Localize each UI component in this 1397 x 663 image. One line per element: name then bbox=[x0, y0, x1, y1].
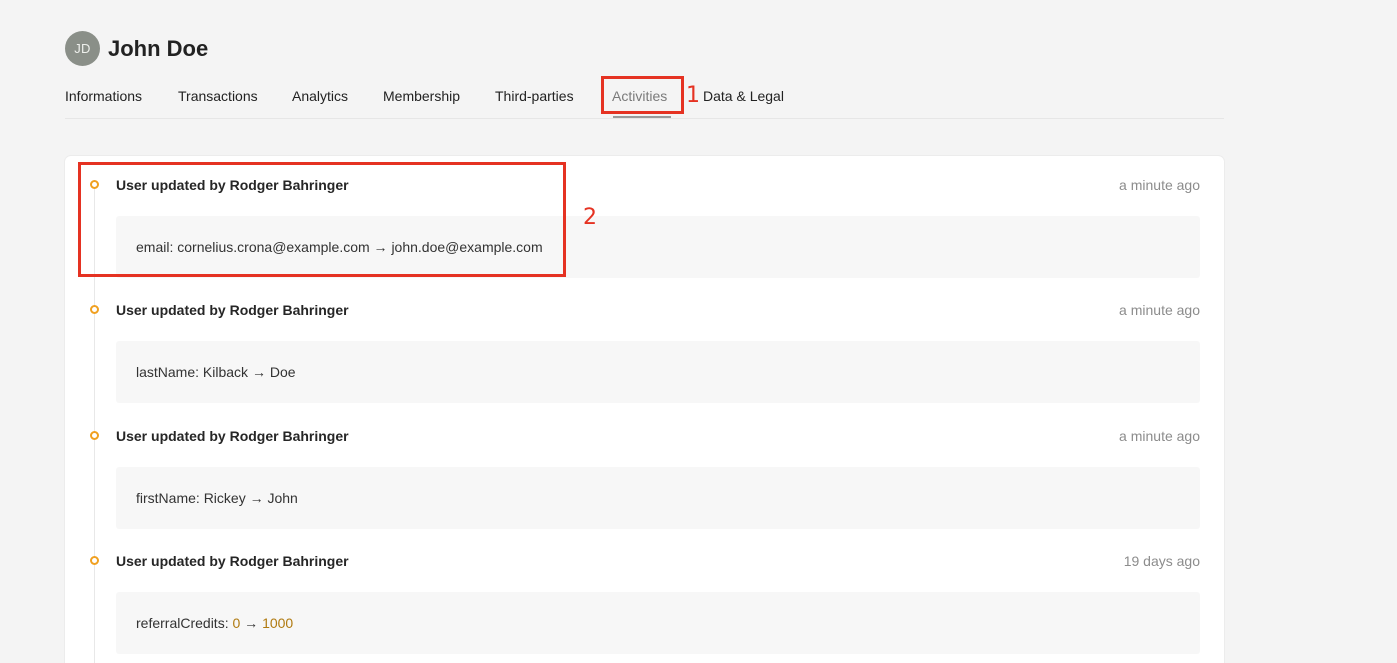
active-tab-indicator bbox=[613, 116, 671, 118]
change-field: lastName bbox=[136, 364, 196, 380]
user-activity-page: JD John Doe Informations Transactions An… bbox=[0, 0, 1397, 663]
change-details: firstName: Rickey → John bbox=[116, 467, 1200, 529]
activity-entry: User updated by Rodger Bahringer a minut… bbox=[65, 281, 1224, 406]
tab-informations[interactable]: Informations bbox=[65, 88, 142, 104]
timeline-dot-icon bbox=[90, 431, 99, 440]
annotation-number-2: 2 bbox=[583, 205, 597, 230]
timeline-dot-icon bbox=[90, 556, 99, 565]
activity-timeline-card: User updated by Rodger Bahringer a minut… bbox=[65, 156, 1224, 663]
activity-entry: User updated by Rodger Bahringer a minut… bbox=[65, 156, 1224, 281]
arrow-icon: → bbox=[373, 239, 388, 255]
change-to: John bbox=[267, 490, 298, 506]
tab-third-parties[interactable]: Third-parties bbox=[495, 88, 574, 104]
tab-bar: Informations Transactions Analytics Memb… bbox=[65, 78, 1224, 119]
activity-time: a minute ago bbox=[1119, 302, 1200, 318]
tab-analytics[interactable]: Analytics bbox=[292, 88, 348, 104]
tab-transactions[interactable]: Transactions bbox=[178, 88, 258, 104]
change-to: john.doe@example.com bbox=[391, 239, 543, 255]
change-from: cornelius.crona@example.com bbox=[177, 239, 370, 255]
activity-time: a minute ago bbox=[1119, 428, 1200, 444]
change-from: Kilback bbox=[202, 364, 249, 380]
timeline-dot-icon bbox=[90, 180, 99, 189]
activity-entry: User updated by Rodger Bahringer a minut… bbox=[65, 407, 1224, 532]
activity-entry: User updated by Rodger Bahringer 19 days… bbox=[65, 532, 1224, 657]
arrow-icon: → bbox=[244, 615, 259, 631]
user-header: JD John Doe bbox=[65, 31, 208, 66]
timeline-dot-icon bbox=[90, 305, 99, 314]
change-text: lastName: Kilback → Doe bbox=[136, 364, 296, 380]
arrow-icon: → bbox=[249, 490, 264, 506]
activity-time: a minute ago bbox=[1119, 177, 1200, 193]
change-from: 0 bbox=[232, 615, 241, 631]
change-from: Rickey bbox=[203, 490, 246, 506]
activity-title: User updated by Rodger Bahringer bbox=[116, 177, 349, 193]
change-details: referralCredits: 0 → 1000 bbox=[116, 592, 1200, 654]
change-details: email: cornelius.crona@example.com → joh… bbox=[116, 216, 1200, 278]
change-to: 1000 bbox=[262, 615, 294, 631]
tab-data-legal[interactable]: Data & Legal bbox=[703, 88, 784, 104]
page-title: John Doe bbox=[108, 35, 209, 61]
change-field: firstName bbox=[136, 490, 196, 506]
arrow-icon: → bbox=[251, 364, 266, 380]
change-text: email: cornelius.crona@example.com → joh… bbox=[136, 239, 543, 255]
tab-membership[interactable]: Membership bbox=[383, 88, 460, 104]
annotation-number-1: 1 bbox=[686, 83, 700, 108]
avatar: JD bbox=[65, 31, 100, 66]
change-details: lastName: Kilback → Doe bbox=[116, 341, 1200, 403]
change-text: referralCredits: 0 → 1000 bbox=[136, 615, 294, 631]
activity-title: User updated by Rodger Bahringer bbox=[116, 302, 349, 318]
activity-time: 19 days ago bbox=[1123, 553, 1200, 569]
change-to: Doe bbox=[269, 364, 296, 380]
change-field: referralCredits bbox=[136, 615, 225, 631]
change-text: firstName: Rickey → John bbox=[136, 490, 298, 506]
activity-title: User updated by Rodger Bahringer bbox=[116, 428, 349, 444]
change-field: email bbox=[136, 239, 170, 255]
activity-title: User updated by Rodger Bahringer bbox=[116, 553, 349, 569]
tab-activities[interactable]: Activities bbox=[612, 88, 667, 104]
